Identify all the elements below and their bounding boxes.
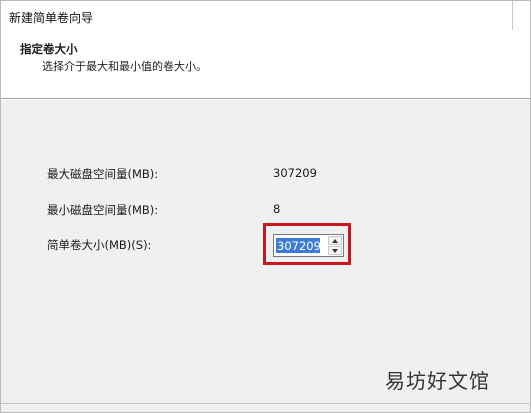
volume-size-stepper[interactable]: 307209 [273,234,344,257]
volume-size-label: 简单卷大小(MB)(S): [47,238,152,252]
chevron-down-icon [332,249,338,253]
page-subtitle: 选择介于最大和最小值的卷大小。 [42,60,207,73]
window-title: 新建简单卷向导 [9,11,94,25]
increment-button[interactable] [328,236,342,245]
text-selection [276,238,320,253]
min-size-label: 最小磁盘空间量(MB): [47,203,159,217]
title-separator [512,1,513,30]
wizard-window: 新建简单卷向导 指定卷大小 选择介于最大和最小值的卷大小。 最大磁盘空间量(MB… [0,0,531,413]
watermark-text: 易坊好文馆 [385,369,490,393]
footer-divider [1,403,530,404]
decrement-button[interactable] [328,246,342,255]
page-title: 指定卷大小 [20,42,78,56]
header-divider-highlight [1,99,530,100]
min-size-value: 8 [273,202,281,216]
title-bar: 新建简单卷向导 [1,1,530,30]
spin-buttons [328,236,342,255]
max-size-label: 最大磁盘空间量(MB): [47,167,159,181]
chevron-up-icon [332,239,338,243]
max-size-value: 307209 [273,166,317,180]
wizard-header: 指定卷大小 选择介于最大和最小值的卷大小。 [1,30,530,98]
